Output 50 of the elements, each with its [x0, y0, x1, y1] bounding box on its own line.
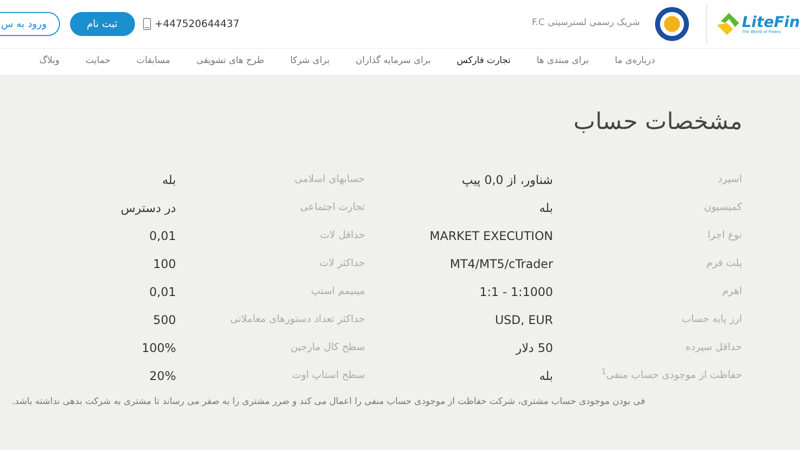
- logo-icon: [714, 11, 741, 37]
- spec-value: USD, EUR: [495, 312, 553, 328]
- phone-number: +447520644437: [154, 18, 240, 32]
- spec-value: 20%: [149, 368, 176, 384]
- spec-value: 100: [153, 256, 176, 272]
- spec-value: 0,01: [149, 284, 176, 300]
- signup-button[interactable]: ثبت نام: [70, 12, 135, 36]
- nav-link[interactable]: درباره‌ی ما: [614, 55, 655, 69]
- spec-label: حداقل لات: [319, 229, 365, 243]
- spec-label: حسابهای اسلامی: [294, 173, 365, 187]
- nav-link[interactable]: برای سرمایه گذاران: [356, 55, 431, 69]
- spec-value: شناور، از 0,0 پیپ: [462, 172, 553, 188]
- spec-label: حداقل سپرده: [684, 341, 742, 355]
- nav-link[interactable]: طرح های تشویقی: [196, 55, 264, 69]
- logo-name: LiteFin: [742, 14, 800, 30]
- spec-label: پلت فرم: [705, 257, 742, 271]
- nav-link[interactable]: مسابقات: [136, 55, 170, 69]
- nav-link[interactable]: تجارت فارکس: [456, 55, 511, 69]
- nav-link[interactable]: برای مبتدی ها: [536, 55, 589, 69]
- spec-label: نوع اجرا: [706, 229, 742, 243]
- spec-value: 500: [153, 312, 176, 328]
- spec-value: 100%: [142, 340, 176, 356]
- phone-icon: [142, 18, 151, 30]
- page-title: مشخصات حساب: [572, 108, 742, 137]
- footnote-text: فی بودن موجودی حساب مشتری، شرکت حفاظت از موجودی حساب منفی را اعمال می کند و ضرر مشتری را به صفر می رساند تا مشتری به شرکت بدهی نداشته باشد.: [10, 396, 645, 408]
- spec-value: 50 دلار: [516, 340, 553, 356]
- spec-value: 0,01: [149, 228, 176, 244]
- spec-label: اهرم: [721, 285, 742, 299]
- spec-label: مینیمم استپ: [310, 285, 365, 299]
- spec-value: MT4/MT5/cTrader: [450, 256, 553, 272]
- spec-value: MARKET EXECUTION: [430, 228, 553, 244]
- spec-value: در دسترس: [120, 200, 176, 216]
- partner-text: شریک رسمی لسترسیتی F.C: [532, 17, 640, 30]
- nav-link[interactable]: برای شرکا: [290, 55, 330, 69]
- spec-label: حداکثر تعداد دستورهای معاملاتی: [229, 313, 365, 327]
- login-button[interactable]: ورود به س: [0, 12, 60, 36]
- spec-label: کمیسیون: [702, 201, 742, 215]
- spec-value: بله: [162, 172, 176, 188]
- spec-value: 1:1 - 1:1000: [480, 284, 553, 300]
- spec-label: تجارت اجتماعی: [299, 201, 365, 215]
- spec-label: اسپرد: [716, 173, 742, 187]
- nav-link[interactable]: حمایت: [86, 55, 110, 69]
- spec-label: ارز پایه حساب: [680, 313, 742, 327]
- spec-label: سطح استاپ اوت: [290, 369, 365, 383]
- spec-label: سطح کال مارجین: [289, 341, 365, 355]
- nav-link[interactable]: وبلاگ: [39, 55, 60, 69]
- spec-label: حداکثر لات: [318, 257, 365, 271]
- club-crest-icon: [654, 6, 690, 42]
- spec-value: بله: [539, 368, 553, 384]
- spec-value: بله: [539, 200, 553, 216]
